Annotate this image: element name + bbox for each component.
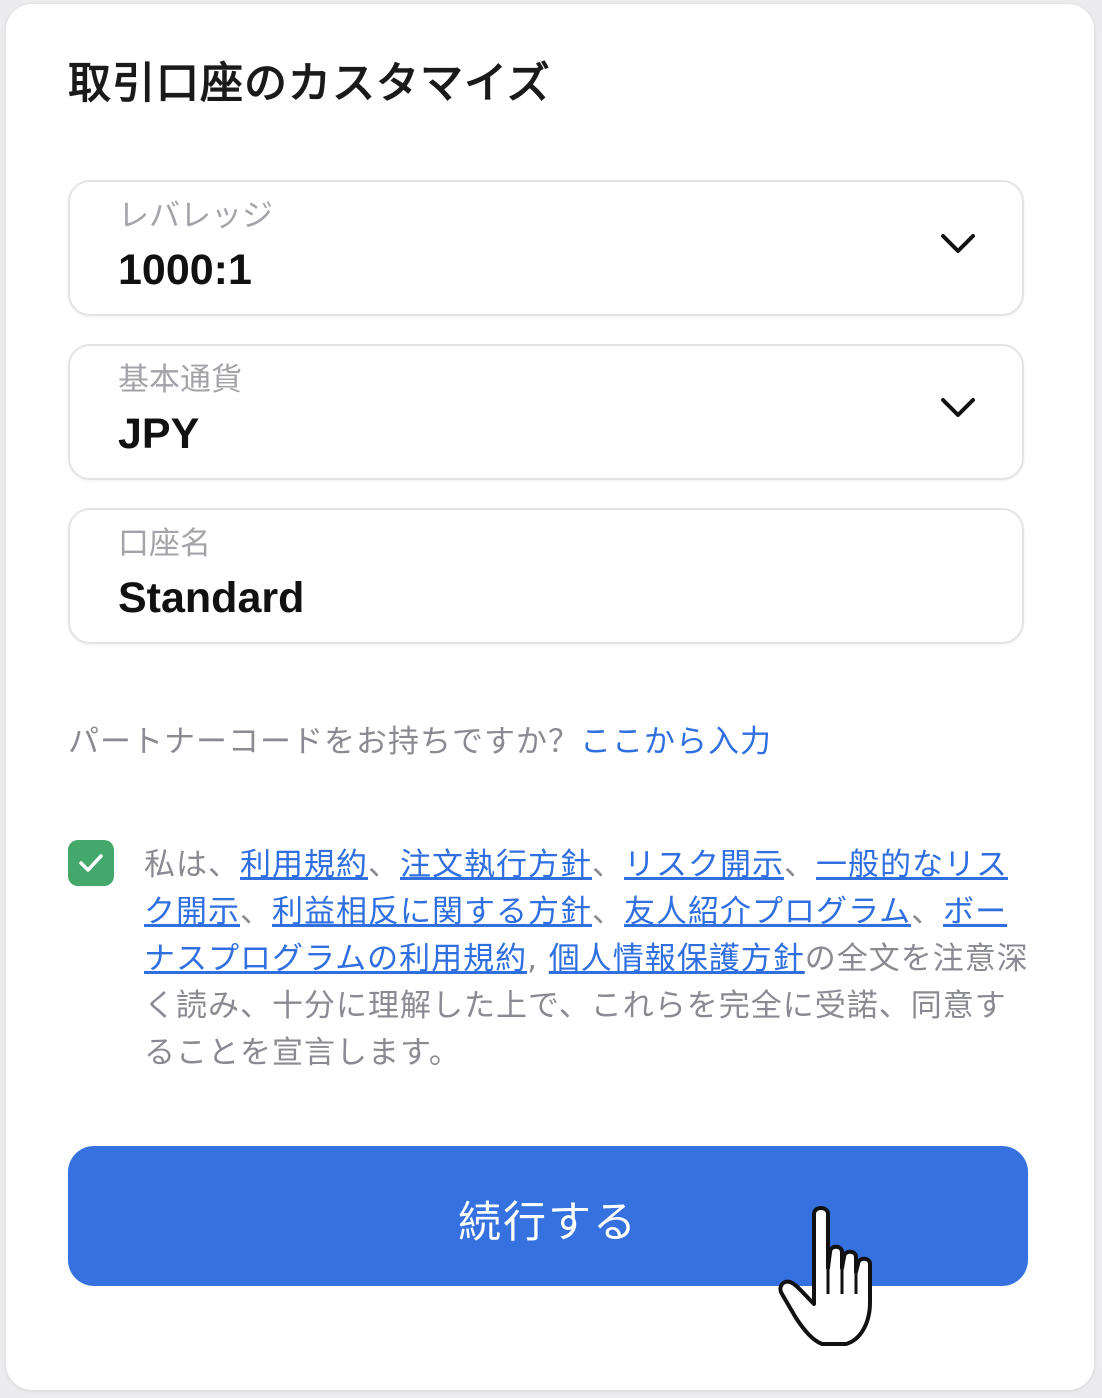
partner-code-prompt: パートナーコードをお持ちですか？ここから入力 [68, 718, 772, 766]
continue-button-label: 続行する [458, 1198, 638, 1248]
terms-link-privacy-policy[interactable]: 個人情報保護方針 [549, 941, 805, 977]
chevron-down-icon [941, 398, 975, 417]
customize-account-card: 取引口座のカスタマイズ レバレッジ 1000:1 基本通貨 JPY 口座名 St… [6, 4, 1094, 1390]
account-name-label: 口座名 [118, 526, 211, 562]
terms-link-terms-of-use[interactable]: 利用規約 [240, 847, 368, 883]
base-currency-label: 基本通貨 [118, 362, 242, 398]
continue-button[interactable]: 続行する [68, 1146, 1028, 1286]
page-title: 取引口座のカスタマイズ [68, 59, 551, 109]
terms-separator: 、 [911, 894, 944, 930]
terms-link-risk-disclosure[interactable]: リスク開示 [624, 847, 784, 883]
terms-prefix: 私は、 [144, 847, 240, 883]
terms-separator: 、 [592, 847, 624, 883]
hand-pointer-icon [778, 1206, 872, 1346]
terms-separator: 、 [368, 847, 400, 883]
terms-text: 私は、利用規約、注文執行方針、リスク開示、一般的なリスク開示、利益相反に関する方… [144, 847, 1029, 1071]
terms-link-order-execution[interactable]: 注文執行方針 [400, 847, 592, 883]
terms-checkbox[interactable] [68, 840, 114, 886]
terms-link-referral-program[interactable]: 友人紹介プログラム [624, 894, 911, 930]
leverage-label: レバレッジ [118, 198, 273, 234]
account-name-value[interactable]: Standard [118, 572, 304, 624]
account-name-field[interactable]: 口座名 Standard [68, 508, 1024, 644]
base-currency-select[interactable]: 基本通貨 JPY [68, 344, 1024, 480]
partner-code-link[interactable]: ここから入力 [580, 724, 772, 760]
terms-separator: 、 [240, 894, 272, 930]
base-currency-value: JPY [118, 410, 200, 458]
terms-link-conflict-of-interest[interactable]: 利益相反に関する方針 [272, 894, 592, 930]
terms-separator: 、 [592, 894, 624, 930]
chevron-down-icon [941, 234, 975, 253]
leverage-select[interactable]: レバレッジ 1000:1 [68, 180, 1024, 316]
checkmark-icon [79, 854, 103, 872]
terms-separator: 、 [784, 847, 816, 883]
leverage-value: 1000:1 [118, 246, 252, 294]
partner-code-question: パートナーコードをお持ちですか？ [68, 724, 580, 760]
